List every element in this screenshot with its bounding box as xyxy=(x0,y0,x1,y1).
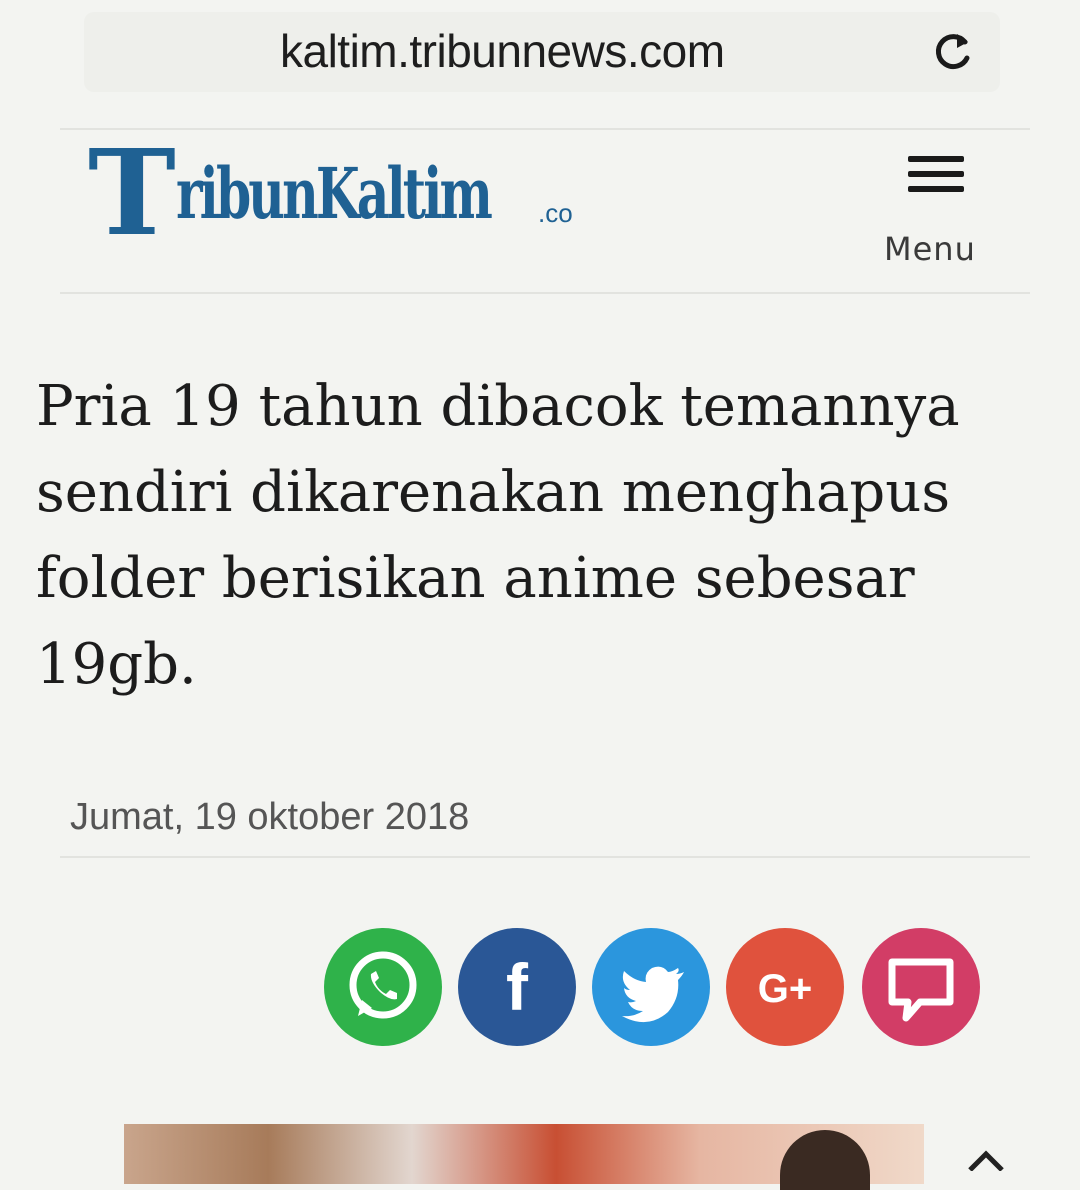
share-twitter-button[interactable] xyxy=(592,928,710,1046)
logo-letter: T xyxy=(88,123,176,262)
reload-icon[interactable] xyxy=(930,28,976,74)
more-icon xyxy=(968,1150,1004,1171)
tribunkaltim-logo[interactable]: T ribunKaltim .co xyxy=(88,130,608,270)
divider xyxy=(60,292,1030,294)
twitter-bird-icon xyxy=(622,966,684,1023)
hamburger-icon xyxy=(908,156,964,200)
whatsapp-icon xyxy=(349,951,417,1019)
share-comment-button[interactable] xyxy=(862,928,980,1046)
menu-button[interactable]: Menu xyxy=(878,148,998,278)
svg-text:f: f xyxy=(506,950,529,1024)
logo-wordmark: ribunKaltim xyxy=(176,152,493,235)
article-date: Jumat, 19 oktober 2018 xyxy=(70,796,470,838)
divider xyxy=(60,856,1030,858)
comment-icon xyxy=(888,958,954,1022)
share-google-plus-button[interactable]: G+ xyxy=(726,928,844,1046)
article-headline: Pria 19 tahun dibacok temannya sendiri d… xyxy=(36,374,960,697)
url-text[interactable]: kaltim.tribunnews.com xyxy=(280,24,725,78)
svg-text:G+: G+ xyxy=(758,967,812,1011)
menu-label: Menu xyxy=(884,230,976,268)
logo-suffix: .co xyxy=(538,198,573,228)
facebook-icon: f xyxy=(506,950,529,1024)
google-plus-icon: G+ xyxy=(758,967,812,1011)
share-whatsapp-button[interactable] xyxy=(324,928,442,1046)
share-facebook-button[interactable]: f xyxy=(458,928,576,1046)
